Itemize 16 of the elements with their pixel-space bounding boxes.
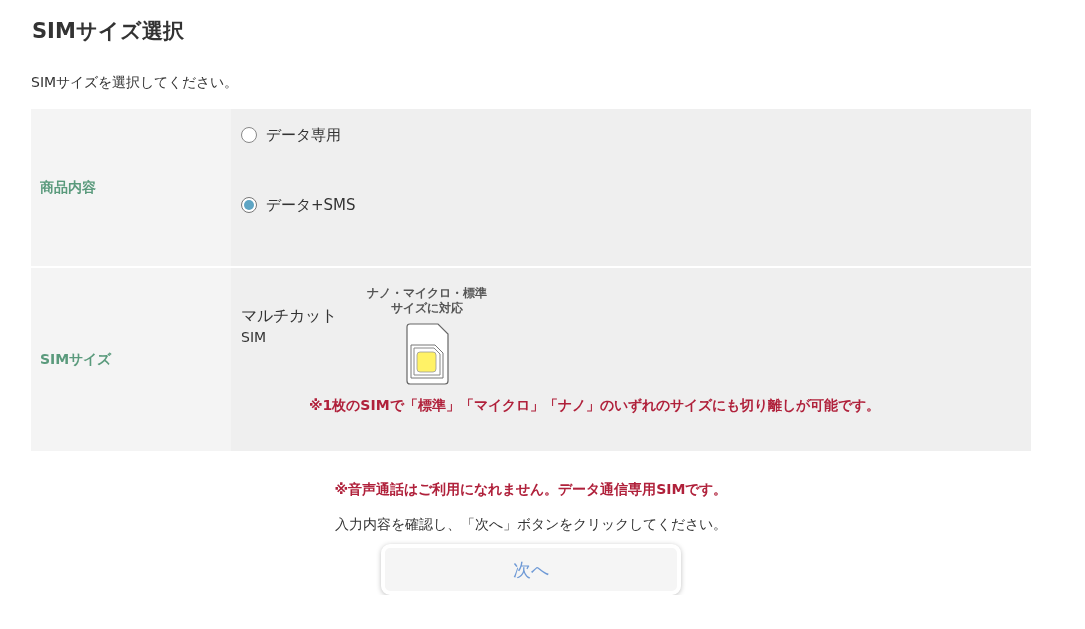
radio-button[interactable] bbox=[241, 197, 257, 213]
radio-option[interactable]: データ+SMS bbox=[241, 193, 356, 217]
intro-text: SIMサイズを選択してください。 bbox=[31, 73, 240, 92]
instruction-text: 入力内容を確認し、「次へ」ボタンをクリックしてください。 bbox=[335, 515, 727, 534]
radio-button[interactable] bbox=[241, 127, 257, 143]
page-title: SIMサイズ選択 bbox=[32, 18, 185, 45]
sim-card-icon bbox=[405, 323, 449, 385]
warning-text: ※音声通話はご利用になれません。データ通信専用SIMです。 bbox=[334, 480, 728, 499]
row-label: 商品内容 bbox=[40, 178, 96, 197]
radio-option[interactable]: データ専用 bbox=[241, 123, 341, 147]
row-label: SIMサイズ bbox=[40, 350, 112, 369]
sim-caption: サイズに対応 bbox=[391, 301, 463, 316]
product-name: SIM bbox=[241, 328, 268, 347]
sim-note: ※1枚のSIMで「標準」「マイクロ」「ナノ」のいずれのサイズにも切り離しが可能です。 bbox=[309, 397, 881, 415]
sim-caption: ナノ・マイクロ・標準 bbox=[367, 286, 487, 301]
product-name: マルチカット bbox=[241, 305, 337, 327]
